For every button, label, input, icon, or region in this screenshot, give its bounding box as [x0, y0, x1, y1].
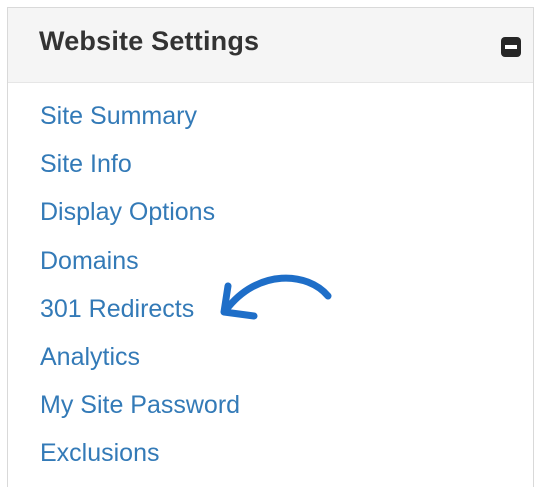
nav-item-my-site-password: My Site Password — [40, 393, 240, 441]
panel-header: Website Settings — [8, 8, 533, 83]
my-site-password-link[interactable]: My Site Password — [40, 391, 240, 419]
nav-item-exclusions: Exclusions — [40, 441, 240, 489]
exclusions-link[interactable]: Exclusions — [40, 439, 160, 467]
minus-square-icon — [505, 45, 517, 49]
settings-nav-list: Site Summary Site Info Display Options D… — [40, 104, 240, 490]
nav-item-301-redirects: 301 Redirects — [40, 295, 240, 345]
panel-title: Website Settings — [39, 26, 260, 56]
nav-item-site-summary: Site Summary — [40, 104, 240, 152]
nav-item-site-info: Site Info — [40, 152, 240, 200]
display-options-link[interactable]: Display Options — [40, 198, 215, 226]
301-redirects-link[interactable]: 301 Redirects — [40, 295, 194, 323]
site-info-link[interactable]: Site Info — [40, 150, 132, 178]
domains-link[interactable]: Domains — [40, 247, 139, 275]
nav-item-domains: Domains — [40, 247, 240, 297]
collapse-toggle-button[interactable] — [501, 37, 521, 57]
nav-item-display-options: Display Options — [40, 200, 240, 248]
site-summary-link[interactable]: Site Summary — [40, 102, 197, 130]
analytics-link[interactable]: Analytics — [40, 343, 140, 371]
nav-item-analytics: Analytics — [40, 343, 240, 393]
website-settings-panel: Website Settings Site Summary Site Info … — [7, 7, 534, 487]
